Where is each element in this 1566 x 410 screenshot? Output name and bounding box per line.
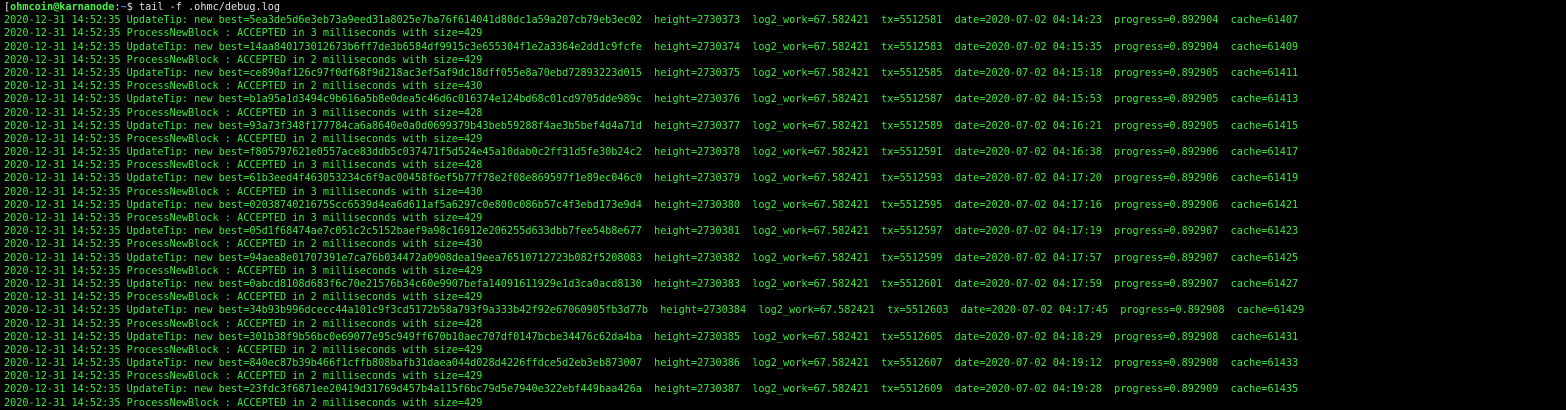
log-line: 2020-12-31 14:52:35 UpdateTip: new best=… [4, 305, 1305, 317]
log-line: 2020-12-31 14:52:35 ProcessNewBlock : AC… [4, 133, 483, 145]
log-line: 2020-12-31 14:52:35 ProcessNewBlock : AC… [4, 107, 483, 119]
log-line: 2020-12-31 14:52:35 ProcessNewBlock : AC… [4, 344, 483, 356]
log-line: 2020-12-31 14:52:35 UpdateTip: new best=… [4, 199, 1299, 211]
log-line: 2020-12-31 14:52:35 ProcessNewBlock : AC… [4, 28, 483, 40]
log-line: 2020-12-31 14:52:35 UpdateTip: new best=… [4, 120, 1299, 132]
log-line: 2020-12-31 14:52:35 UpdateTip: new best=… [4, 15, 1299, 27]
log-line: 2020-12-31 14:52:35 UpdateTip: new best=… [4, 147, 1299, 159]
log-line: 2020-12-31 14:52:35 ProcessNewBlock : AC… [4, 371, 483, 383]
log-line: 2020-12-31 14:52:35 UpdateTip: new best=… [4, 173, 1299, 185]
log-line: 2020-12-31 14:52:35 UpdateTip: new best=… [4, 226, 1299, 238]
log-line: 2020-12-31 14:52:35 UpdateTip: new best=… [4, 384, 1299, 396]
log-line: 2020-12-31 14:52:35 UpdateTip: new best=… [4, 278, 1299, 290]
log-line: 2020-12-31 14:52:35 ProcessNewBlock : AC… [4, 54, 483, 66]
log-line: 2020-12-31 14:52:35 UpdateTip: new best=… [4, 252, 1299, 264]
log-line: 2020-12-31 14:52:35 ProcessNewBlock : AC… [4, 318, 483, 330]
terminal-window[interactable]: [ohmcoin@karnanode:~$ tail -f .ohmc/debu… [0, 0, 1566, 409]
log-line: 2020-12-31 14:52:35 ProcessNewBlock : AC… [4, 239, 483, 251]
prompt-line: [ohmcoin@karnanode:~$ tail -f .ohmc/debu… [4, 1, 1566, 14]
log-output: 2020-12-31 14:52:35 UpdateTip: new best=… [4, 14, 1566, 410]
log-line: 2020-12-31 14:52:35 UpdateTip: new best=… [4, 67, 1299, 79]
log-line: 2020-12-31 14:52:35 UpdateTip: new best=… [4, 331, 1299, 343]
log-line: 2020-12-31 14:52:35 ProcessNewBlock : AC… [4, 292, 483, 304]
prompt-user-host: ohmcoin@karnanode [10, 2, 115, 13]
log-line: 2020-12-31 14:52:35 ProcessNewBlock : AC… [4, 213, 483, 224]
log-line: 2020-12-31 14:52:35 UpdateTip: new best=… [4, 41, 1299, 53]
log-line: 2020-12-31 14:52:35 ProcessNewBlock : AC… [4, 186, 483, 198]
log-line: 2020-12-31 14:52:35 ProcessNewBlock : AC… [4, 160, 483, 172]
log-line: 2020-12-31 14:52:35 ProcessNewBlock : AC… [4, 265, 483, 277]
prompt-symbol: $ [126, 2, 133, 13]
log-line: 2020-12-31 14:52:35 ProcessNewBlock : AC… [4, 397, 483, 409]
log-line: 2020-12-31 14:52:35 UpdateTip: new best=… [4, 94, 1299, 106]
log-line: 2020-12-31 14:52:35 UpdateTip: new best=… [4, 358, 1299, 370]
command-text: tail -f .ohmc/debug.log [138, 2, 281, 13]
log-line: 2020-12-31 14:52:35 ProcessNewBlock : AC… [4, 81, 483, 93]
